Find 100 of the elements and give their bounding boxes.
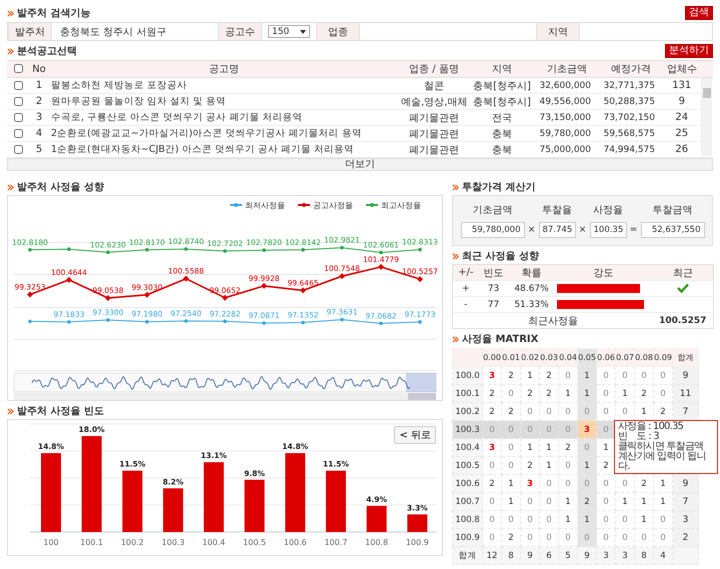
matrix-cell[interactable]: 0	[520, 402, 540, 420]
matrix-cell[interactable]: 0	[578, 528, 596, 546]
navigator[interactable]	[14, 372, 436, 392]
matrix-cell[interactable]: 2	[520, 456, 540, 474]
matrix-cell[interactable]: 1	[540, 456, 558, 474]
matrix-cell[interactable]: 0	[616, 474, 634, 492]
matrix-cell[interactable]: 0	[596, 528, 616, 546]
matrix-cell[interactable]: 1	[634, 402, 654, 420]
matrix-cell[interactable]: 1	[654, 492, 672, 510]
matrix-cell[interactable]: 0	[502, 438, 520, 456]
matrix-cell[interactable]: 0	[596, 474, 616, 492]
matrix-cell[interactable]: 1	[616, 384, 634, 402]
matrix-cell[interactable]: 1	[578, 384, 596, 402]
input-field[interactable]: 59,780,000	[460, 222, 524, 238]
matrix-cell[interactable]: 0	[558, 402, 578, 420]
matrix-cell[interactable]: 1	[578, 366, 596, 384]
matrix-cell[interactable]: 0	[502, 510, 520, 528]
legend-item[interactable]: 공고사정율	[298, 201, 353, 210]
matrix-cell[interactable]: 0	[654, 366, 672, 384]
matrix-cell[interactable]: 2	[634, 474, 654, 492]
matrix-cell[interactable]: 2	[502, 402, 520, 420]
matrix-cell[interactable]: 0	[540, 402, 558, 420]
matrix-cell[interactable]: 1	[616, 492, 634, 510]
matrix-cell[interactable]: 1	[634, 492, 654, 510]
matrix-cell[interactable]: 1	[502, 474, 520, 492]
checkbox[interactable]	[14, 144, 22, 154]
matrix-cell[interactable]: 0	[482, 492, 502, 510]
matrix-cell[interactable]: 0	[596, 384, 616, 402]
checkbox[interactable]	[14, 128, 22, 138]
matrix-cell[interactable]: 0	[502, 384, 520, 402]
matrix-cell[interactable]: 0	[520, 528, 540, 546]
matrix-cell[interactable]: 2	[520, 384, 540, 402]
matrix-cell[interactable]: 1	[578, 510, 596, 528]
matrix-cell[interactable]: 0	[502, 456, 520, 474]
matrix-cell[interactable]: 0	[520, 492, 540, 510]
matrix-cell[interactable]: 0	[596, 492, 616, 510]
matrix-cell[interactable]: 0	[596, 366, 616, 384]
checkbox[interactable]	[14, 64, 22, 74]
matrix-cell[interactable]: 2	[502, 366, 520, 384]
checkbox[interactable]	[14, 80, 22, 90]
matrix-cell[interactable]: 0	[654, 528, 672, 546]
matrix-cell[interactable]: 0	[634, 528, 654, 546]
scrollbar[interactable]	[14, 393, 436, 400]
matrix-cell[interactable]: 2	[482, 402, 502, 420]
matrix-cell[interactable]: 0	[616, 510, 634, 528]
checkbox[interactable]	[14, 96, 22, 106]
matrix-cell[interactable]: 2	[540, 366, 558, 384]
matrix-cell[interactable]: 0	[596, 510, 616, 528]
matrix-cell[interactable]: 1	[502, 492, 520, 510]
matrix-cell[interactable]: 0	[558, 528, 578, 546]
scrollbar[interactable]	[702, 78, 712, 156]
matrix-cell[interactable]: 0	[540, 492, 558, 510]
matrix-cell[interactable]: 0	[578, 474, 596, 492]
matrix-cell[interactable]: 2	[502, 528, 520, 546]
matrix-cell[interactable]: 0	[616, 528, 634, 546]
matrix-cell[interactable]: 0	[578, 402, 596, 420]
matrix-cell[interactable]: 0	[558, 474, 578, 492]
input-field[interactable]: 87.745	[538, 222, 576, 238]
matrix-cell[interactable]: 0	[616, 366, 634, 384]
matrix-cell[interactable]: 1	[558, 510, 578, 528]
matrix-cell[interactable]: 2	[578, 492, 596, 510]
input-field[interactable]: 52,637,550	[640, 222, 704, 238]
matrix-cell[interactable]: 2	[540, 384, 558, 402]
matrix-cell[interactable]: 0	[616, 402, 634, 420]
search-button[interactable]: 검색	[685, 6, 713, 20]
input-field[interactable]: 100.35	[590, 222, 626, 238]
matrix-cell[interactable]: 1	[558, 384, 578, 402]
legend-item[interactable]: 최저사정율	[230, 201, 285, 210]
matrix-cell[interactable]: 1	[558, 492, 578, 510]
matrix-cell[interactable]: 3	[482, 438, 502, 456]
matrix-cell[interactable]: 0	[540, 474, 558, 492]
checkbox[interactable]	[14, 112, 22, 122]
matrix-cell[interactable]: 3	[482, 366, 502, 384]
matrix-cell[interactable]: 3	[520, 474, 540, 492]
matrix-cell[interactable]: 1	[520, 438, 540, 456]
matrix-cell[interactable]: 2	[482, 474, 502, 492]
matrix-cell[interactable]: 2	[634, 384, 654, 402]
back-button[interactable]: < 뒤로	[394, 426, 436, 444]
matrix-cell[interactable]: 2	[654, 402, 672, 420]
matrix-cell[interactable]: 0	[634, 366, 654, 384]
matrix-cell[interactable]: 0	[654, 510, 672, 528]
more-button[interactable]: 더보기	[7, 158, 713, 171]
matrix-cell[interactable]: 1	[578, 456, 596, 474]
matrix-cell[interactable]: 2	[482, 384, 502, 402]
matrix-cell[interactable]: 1	[540, 438, 558, 456]
matrix-cell[interactable]: 0	[520, 510, 540, 528]
matrix-cell[interactable]: 0	[558, 456, 578, 474]
legend-item[interactable]: 최고사정율	[366, 201, 421, 210]
matrix-cell[interactable]: 3	[578, 420, 596, 438]
matrix-cell[interactable]: 1	[654, 474, 672, 492]
select-field[interactable]: 150	[268, 25, 310, 38]
matrix-cell[interactable]: 0	[654, 384, 672, 402]
matrix-cell[interactable]: 1	[520, 366, 540, 384]
matrix-cell[interactable]: 0	[596, 402, 616, 420]
matrix-cell[interactable]: 2	[558, 438, 578, 456]
matrix-cell[interactable]: 0	[540, 510, 558, 528]
analyze-button[interactable]: 분석하기	[665, 44, 713, 58]
matrix-cell[interactable]: 0	[558, 366, 578, 384]
matrix-cell[interactable]: 1	[634, 510, 654, 528]
matrix-cell[interactable]: 0	[540, 528, 558, 546]
